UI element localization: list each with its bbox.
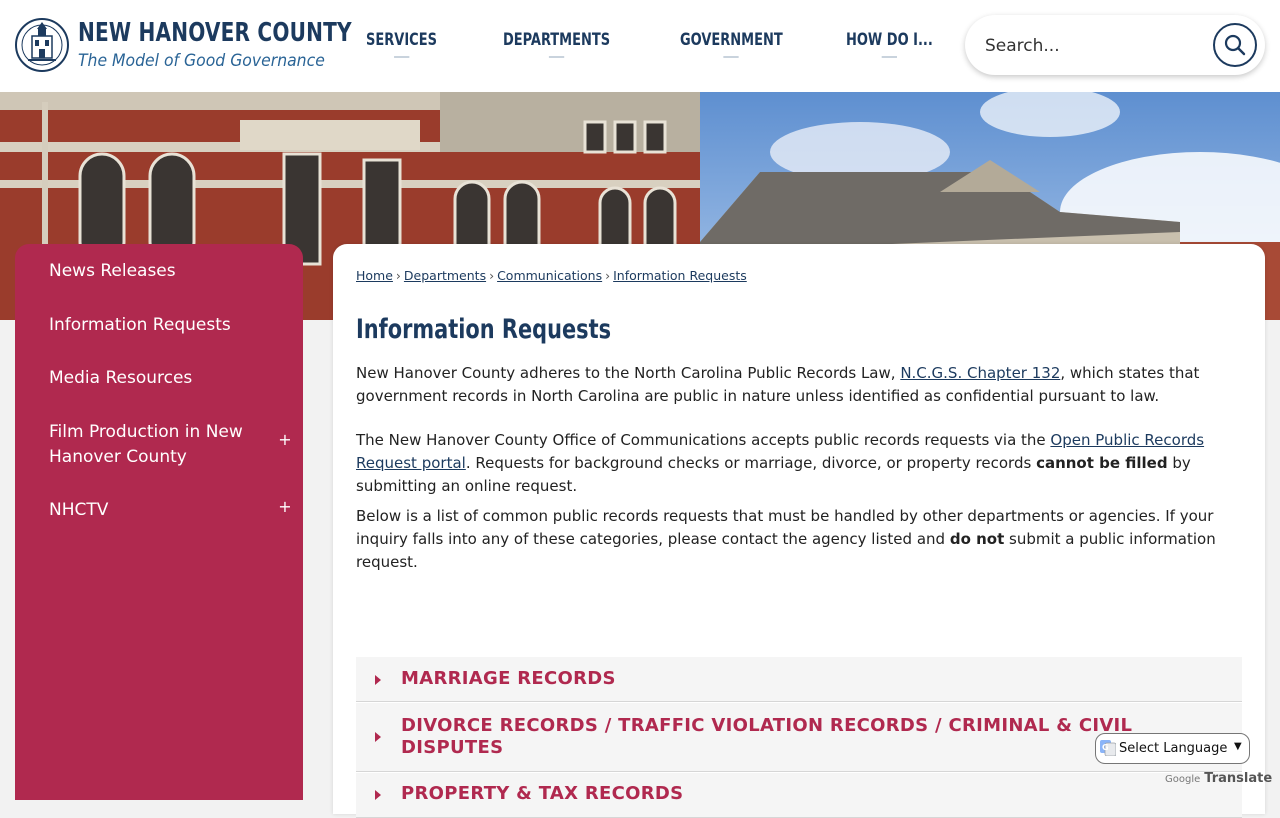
caret-right-icon [375,790,381,800]
google-wordmark: Google [1165,774,1201,785]
nav-services[interactable]: SERVICES [366,30,437,58]
breadcrumb-separator: › [489,268,495,283]
intro-paragraph: New Hanover County adheres to the North … [356,362,1236,408]
accordion-property-tax-records[interactable]: PROPERTY & TAX RECORDS [356,773,1242,818]
language-select-label: Select Language [1119,741,1228,756]
nav-underline [881,56,898,58]
sidebar-nav: News Releases Information Requests Media… [15,244,303,800]
breadcrumb-communications[interactable]: Communications [497,268,602,283]
nav-services-label: SERVICES [366,30,437,50]
expand-film-production-toggle[interactable]: + [277,430,293,449]
p2-bold-text: cannot be filled [1036,454,1168,472]
nav-how-do-i[interactable]: HOW DO I... [846,30,933,58]
accordion-label: DIVORCE RECORDS / TRAFFIC VIOLATION RECO… [401,715,1133,758]
sidebar-item-film-production[interactable]: Film Production in New Hanover County [49,420,269,470]
p3-bold-text: do not [949,530,1005,548]
google-translate-icon: G [1100,740,1116,756]
search-input[interactable] [985,33,1205,59]
expand-nhctv-toggle[interactable]: + [277,497,293,516]
other-agencies-paragraph: Below is a list of common public records… [356,505,1236,574]
nav-underline [548,56,565,58]
search-icon [1224,34,1246,56]
caret-right-icon [375,675,381,685]
nav-underline [723,56,740,58]
breadcrumb-information-requests[interactable]: Information Requests [613,268,747,283]
accordion-label: PROPERTY & TAX RECORDS [401,783,684,804]
nav-departments-label: DEPARTMENTS [503,30,611,50]
nav-departments[interactable]: DEPARTMENTS [503,30,611,58]
breadcrumb-separator: › [395,268,401,283]
sidebar-item-nhctv[interactable]: NHCTV [49,498,269,523]
nav-how-do-i-label: HOW DO I... [846,30,933,50]
search-button[interactable] [1213,23,1257,67]
sidebar-item-news-releases[interactable]: News Releases [49,259,269,284]
p2-text-mid: . Requests for background checks or marr… [465,454,1037,472]
search-box [965,15,1265,75]
breadcrumb-separator: › [605,268,611,283]
portal-paragraph: The New Hanover County Office of Communi… [356,429,1236,498]
breadcrumb-home[interactable]: Home [356,268,393,283]
site-tagline: The Model of Good Governance [78,51,325,71]
sidebar-item-media-resources[interactable]: Media Resources [49,366,269,391]
breadcrumb: Home › Departments › Communications › Informat… [356,268,747,283]
accordion-marriage-records[interactable]: MARRIAGE RECORDS [356,657,1242,702]
site-name[interactable]: NEW HANOVER COUNTY [78,18,352,48]
chevron-down-icon: ▼ [1234,741,1242,752]
p2-text: The New Hanover County Office of Communi… [356,431,1051,449]
sidebar-item-information-requests[interactable]: Information Requests [49,313,269,338]
nav-government[interactable]: GOVERNMENT [680,30,783,58]
breadcrumb-departments[interactable]: Departments [404,268,486,283]
ncgs-chapter-132-link[interactable]: N.C.G.S. Chapter 132 [900,364,1060,382]
main-content: Home › Departments › Communications › Informat… [333,244,1265,818]
county-seal-logo[interactable] [14,14,70,76]
svg-text:G: G [1102,743,1109,752]
nav-underline [393,56,410,58]
accordion-label: MARRIAGE RECORDS [401,668,616,689]
nav-government-label: GOVERNMENT [680,30,783,50]
powered-by-google-translate[interactable]: Google Translate [1165,767,1272,786]
caret-right-icon [375,732,381,742]
page-title: Information Requests [356,314,612,345]
site-header: NEW HANOVER COUNTY The Model of Good Gov… [0,0,1280,92]
translate-label: Translate [1204,771,1273,786]
p1-text: New Hanover County adheres to the North … [356,364,901,382]
